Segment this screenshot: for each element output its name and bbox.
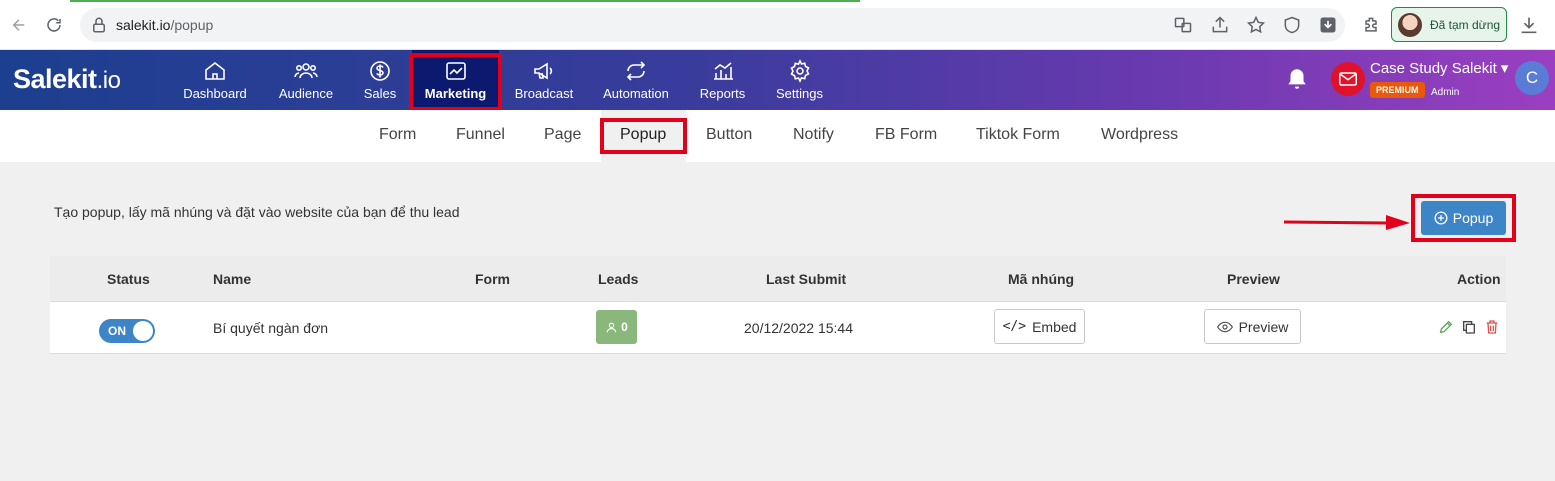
page-description: Tạo popup, lấy mã nhúng và đặt vào websi… xyxy=(54,204,460,220)
nav-label: Reports xyxy=(699,86,746,101)
tab-wordpress[interactable]: Wordpress xyxy=(1101,126,1178,144)
add-popup-button[interactable]: Popup xyxy=(1421,201,1506,235)
table-row: ON Bí quyết ngàn đơn 0 20/12/2022 15:44 … xyxy=(50,302,1506,354)
home-icon xyxy=(205,61,225,80)
user-avatar[interactable]: C xyxy=(1515,61,1549,95)
popup-name[interactable]: Bí quyết ngàn đơn xyxy=(213,320,328,336)
preview-button[interactable]: Preview xyxy=(1204,309,1301,344)
gear-icon xyxy=(789,59,810,83)
nav-broadcast[interactable]: Broadcast xyxy=(512,50,576,110)
star-icon[interactable] xyxy=(1246,15,1266,35)
tab-fb-form[interactable]: FB Form xyxy=(875,126,937,144)
tab-funnel[interactable]: Funnel xyxy=(456,126,505,144)
account-menu[interactable]: Case Study Salekit ▾ xyxy=(1370,59,1508,77)
browser-toolbar: salekit.io/popup Đã tạm dừng xyxy=(0,0,1555,50)
header-preview: Preview xyxy=(1227,271,1280,287)
user-icon xyxy=(606,322,617,332)
nav-marketing[interactable]: Marketing xyxy=(412,50,499,110)
tab-popup[interactable]: Popup xyxy=(620,126,666,144)
nav-label: Audience xyxy=(278,86,334,101)
users-icon xyxy=(294,63,318,79)
embed-label: Embed xyxy=(1032,318,1077,335)
nav-label: Automation xyxy=(603,86,669,101)
profile-status-text: Đã tạm dừng xyxy=(1430,18,1501,32)
nav-settings[interactable]: Settings xyxy=(772,50,827,110)
marketing-sub-nav: Form Funnel Page Popup Button Notify FB … xyxy=(0,110,1555,162)
edit-pencil-icon[interactable] xyxy=(1438,319,1454,335)
preview-label: Preview xyxy=(1238,318,1289,335)
header-embed: Mã nhúng xyxy=(1008,271,1075,287)
mail-button[interactable] xyxy=(1331,62,1365,96)
header-name[interactable]: Name xyxy=(213,271,251,287)
plus-circle-icon xyxy=(1434,211,1448,225)
nav-reports[interactable]: Reports xyxy=(695,50,750,110)
download-box-icon[interactable] xyxy=(1318,15,1338,35)
nav-label: Marketing xyxy=(424,86,487,101)
toggle-knob xyxy=(133,321,153,341)
nav-audience[interactable]: Audience xyxy=(271,50,341,110)
header-action: Action xyxy=(1457,271,1501,287)
red-arrow-annotation xyxy=(1283,215,1410,230)
reload-icon[interactable] xyxy=(41,12,67,38)
copy-icon[interactable] xyxy=(1461,319,1477,335)
role-text: Admin xyxy=(1431,87,1460,98)
dollar-icon xyxy=(370,61,390,81)
nav-automation[interactable]: Automation xyxy=(600,50,672,110)
downloads-icon[interactable] xyxy=(1518,14,1540,36)
chevron-down-icon: ▾ xyxy=(1500,60,1509,77)
tab-button[interactable]: Button xyxy=(706,126,752,144)
status-toggle[interactable]: ON xyxy=(99,319,155,343)
nav-label: Dashboard xyxy=(183,86,247,101)
nav-dashboard[interactable]: Dashboard xyxy=(180,50,250,110)
address-bar[interactable]: salekit.io/popup xyxy=(80,8,1345,42)
megaphone-icon xyxy=(534,62,553,80)
share-icon[interactable] xyxy=(1210,15,1230,35)
header-last-submit[interactable]: Last Submit xyxy=(766,271,846,287)
header-status[interactable]: Status xyxy=(107,271,150,287)
extensions-icon[interactable] xyxy=(1361,15,1381,35)
tab-page[interactable]: Page xyxy=(544,126,581,144)
chart-icon xyxy=(445,62,466,80)
repeat-icon xyxy=(626,61,646,81)
back-arrow-icon[interactable] xyxy=(6,12,32,38)
leads-badge[interactable]: 0 xyxy=(596,310,637,344)
profile-avatar xyxy=(1398,13,1422,37)
nav-label: Sales xyxy=(363,86,397,101)
table-header: Status Name Form Leads Last Submit Mã nh… xyxy=(50,256,1506,302)
notification-bell-icon[interactable] xyxy=(1284,66,1310,92)
add-popup-label: Popup xyxy=(1452,210,1494,226)
popup-table: Status Name Form Leads Last Submit Mã nh… xyxy=(50,256,1506,354)
page-load-progress xyxy=(70,0,860,2)
trash-icon[interactable] xyxy=(1484,319,1500,335)
nav-sales[interactable]: Sales xyxy=(355,50,405,110)
header-form[interactable]: Form xyxy=(475,271,510,287)
url-text: salekit.io/popup xyxy=(116,17,214,33)
app-header: Salekit.io Dashboard Audience Sales Mark… xyxy=(0,50,1555,110)
header-leads[interactable]: Leads xyxy=(598,271,638,287)
translate-icon[interactable] xyxy=(1173,15,1193,35)
lock-icon xyxy=(93,17,105,33)
leads-count: 0 xyxy=(621,320,628,334)
tab-form[interactable]: Form xyxy=(379,126,416,144)
plan-badge: PREMIUM xyxy=(1370,82,1425,98)
tab-notify[interactable]: Notify xyxy=(793,126,834,144)
bar-chart-icon xyxy=(713,62,733,80)
salekit-logo[interactable]: Salekit.io xyxy=(13,64,121,95)
code-icon: </> xyxy=(1002,319,1027,334)
shield-icon[interactable] xyxy=(1282,15,1302,35)
tab-tiktok-form[interactable]: Tiktok Form xyxy=(976,126,1060,144)
nav-label: Settings xyxy=(776,86,823,101)
browser-profile-chip[interactable]: Đã tạm dừng xyxy=(1391,7,1507,42)
toggle-label: ON xyxy=(108,324,126,338)
last-submit-time: 20/12/2022 15:44 xyxy=(744,320,853,336)
eye-icon xyxy=(1216,321,1233,332)
mail-icon xyxy=(1339,72,1357,86)
nav-label: Broadcast xyxy=(514,86,574,101)
embed-button[interactable]: </> Embed xyxy=(994,309,1085,344)
